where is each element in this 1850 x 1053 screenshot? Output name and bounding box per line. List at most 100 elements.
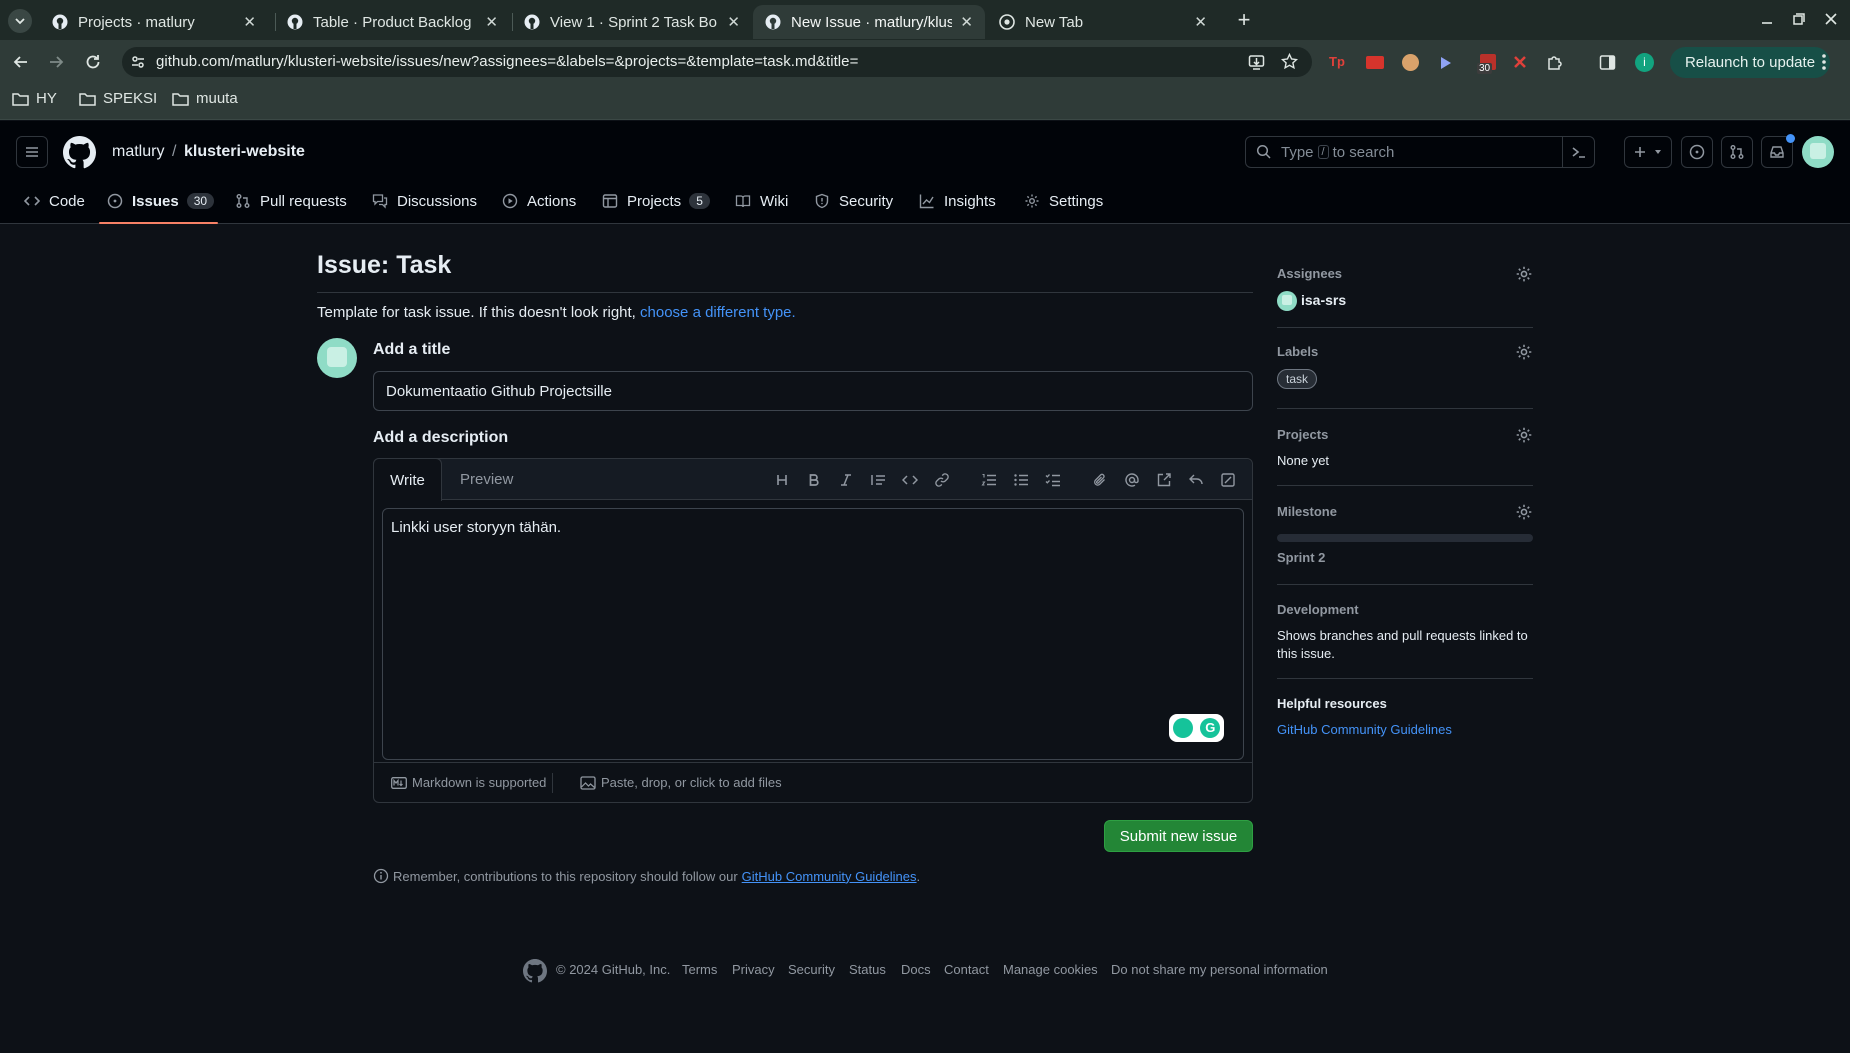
footer-github-logo[interactable] <box>523 959 547 983</box>
cross-reference-button[interactable] <box>1154 470 1174 490</box>
breadcrumb-owner[interactable]: matlury <box>112 143 164 161</box>
side-panel-icon[interactable] <box>1599 54 1616 71</box>
gear-icon[interactable] <box>1515 426 1533 444</box>
browser-tab[interactable]: Table · Product Backlog ✕ <box>275 5 510 39</box>
footer-link-contact[interactable]: Contact <box>944 962 989 977</box>
browser-tab-active[interactable]: New Issue · matlury/klus ✕ <box>753 5 985 39</box>
link-button[interactable] <box>932 470 952 490</box>
mention-button[interactable] <box>1122 470 1142 490</box>
unordered-list-button[interactable] <box>1011 470 1031 490</box>
bookmark-folder[interactable]: muuta <box>172 90 238 107</box>
close-window-button[interactable] <box>1824 12 1838 26</box>
label-badge[interactable]: task <box>1277 369 1318 389</box>
footer-link-security[interactable]: Security <box>788 962 835 977</box>
tab-wiki[interactable]: Wiki <box>735 187 788 215</box>
pull-requests-button[interactable] <box>1721 136 1753 168</box>
back-button[interactable] <box>12 53 30 71</box>
footer-link-terms[interactable]: Terms <box>682 962 717 977</box>
bold-button[interactable] <box>804 470 824 490</box>
browser-tab[interactable]: New Tab ✕ <box>987 5 1219 39</box>
hamburger-menu-button[interactable] <box>16 136 48 168</box>
avatar[interactable] <box>1277 291 1297 311</box>
extension-icon[interactable] <box>1402 54 1419 71</box>
forward-button[interactable] <box>47 53 65 71</box>
quote-button[interactable] <box>868 470 888 490</box>
issues-button[interactable] <box>1681 136 1713 168</box>
assignee-name[interactable]: isa-srs <box>1301 292 1346 308</box>
milestone-heading[interactable]: Milestone <box>1277 504 1337 519</box>
minimize-window-button[interactable] <box>1760 12 1774 26</box>
attach-files-button[interactable] <box>1090 470 1110 490</box>
tab-security[interactable]: Security <box>814 187 893 215</box>
tab-pull-requests[interactable]: Pull requests <box>235 187 347 215</box>
gear-icon[interactable] <box>1515 343 1533 361</box>
footer-link-do-not-share[interactable]: Do not share my personal information <box>1111 962 1328 977</box>
projects-heading[interactable]: Projects <box>1277 427 1328 442</box>
submit-new-issue-button[interactable]: Submit new issue <box>1104 820 1253 852</box>
bookmark-star-icon[interactable] <box>1281 53 1298 70</box>
tab-preview[interactable]: Preview <box>460 471 513 488</box>
tab-settings[interactable]: Settings <box>1024 187 1103 215</box>
milestone-value[interactable]: Sprint 2 <box>1277 550 1325 565</box>
browser-menu-icon[interactable] <box>1821 53 1827 71</box>
italic-button[interactable] <box>836 470 856 490</box>
install-app-icon[interactable] <box>1248 54 1265 71</box>
extension-icon[interactable]: Tp <box>1329 54 1347 72</box>
extension-icon[interactable] <box>1440 56 1452 70</box>
browser-tab[interactable]: Projects · matlury ✕ <box>40 5 268 39</box>
footer-link-manage-cookies[interactable]: Manage cookies <box>1003 962 1098 977</box>
gear-icon[interactable] <box>1515 503 1533 521</box>
close-icon[interactable]: ✕ <box>960 13 973 31</box>
footer-link-privacy[interactable]: Privacy <box>732 962 775 977</box>
close-icon[interactable]: ✕ <box>727 13 740 31</box>
tab-issues[interactable]: Issues 30 <box>107 187 215 215</box>
slash-commands-button[interactable] <box>1218 470 1238 490</box>
close-icon[interactable]: ✕ <box>1194 13 1207 31</box>
community-guidelines-link[interactable]: GitHub Community Guidelines <box>742 869 917 884</box>
extension-icon[interactable] <box>1512 54 1528 70</box>
issue-body-textarea[interactable]: Linkki user storyyn tähän. <box>382 508 1244 760</box>
restore-window-button[interactable] <box>1792 12 1806 26</box>
labels-heading[interactable]: Labels <box>1277 344 1318 359</box>
tab-write[interactable]: Write <box>373 458 442 501</box>
markdown-note[interactable]: Markdown is supported <box>391 775 546 790</box>
extension-icon[interactable] <box>1366 56 1384 69</box>
footer-link-docs[interactable]: Docs <box>901 962 931 977</box>
github-logo[interactable] <box>63 136 96 169</box>
gear-icon[interactable] <box>1515 265 1533 283</box>
relaunch-button[interactable]: Relaunch to update <box>1670 47 1830 78</box>
tab-actions[interactable]: Actions <box>502 187 576 215</box>
helpful-guidelines-link[interactable]: GitHub Community Guidelines <box>1277 722 1452 737</box>
close-icon[interactable]: ✕ <box>243 13 256 31</box>
profile-icon[interactable]: i <box>1635 53 1654 72</box>
command-palette-button[interactable] <box>1562 137 1594 167</box>
search-input[interactable]: Type / to search <box>1245 136 1595 168</box>
tab-search-button[interactable] <box>8 9 32 33</box>
code-button[interactable] <box>900 470 920 490</box>
close-icon[interactable]: ✕ <box>485 13 498 31</box>
footer-link-status[interactable]: Status <box>849 962 886 977</box>
attach-files-note[interactable]: Paste, drop, or click to add files <box>580 775 782 790</box>
tab-projects[interactable]: Projects 5 <box>602 187 710 215</box>
bookmark-folder[interactable]: HY <box>12 90 57 107</box>
browser-tab[interactable]: View 1 · Sprint 2 Task Bo ✕ <box>512 5 752 39</box>
avatar[interactable] <box>1802 136 1834 168</box>
tab-code[interactable]: Code <box>24 187 85 215</box>
new-tab-button[interactable]: + <box>1234 8 1254 32</box>
saved-replies-button[interactable] <box>1186 470 1206 490</box>
bookmark-folder[interactable]: SPEKSI <box>79 90 157 107</box>
choose-template-link[interactable]: choose a different type. <box>640 304 796 321</box>
puzzle-icon[interactable] <box>1546 53 1564 71</box>
ordered-list-button[interactable] <box>979 470 999 490</box>
task-list-button[interactable] <box>1043 470 1063 490</box>
heading-button[interactable] <box>772 470 792 490</box>
tab-insights[interactable]: Insights <box>919 187 996 215</box>
breadcrumb-repo[interactable]: klusteri-website <box>184 143 305 161</box>
reload-button[interactable] <box>84 53 102 71</box>
tab-discussions[interactable]: Discussions <box>372 187 477 215</box>
create-new-button[interactable] <box>1624 136 1672 168</box>
grammarly-widget[interactable]: G <box>1169 714 1224 742</box>
site-info-icon[interactable] <box>130 54 146 70</box>
assignees-heading[interactable]: Assignees <box>1277 266 1342 281</box>
issue-title-input[interactable] <box>373 371 1253 411</box>
